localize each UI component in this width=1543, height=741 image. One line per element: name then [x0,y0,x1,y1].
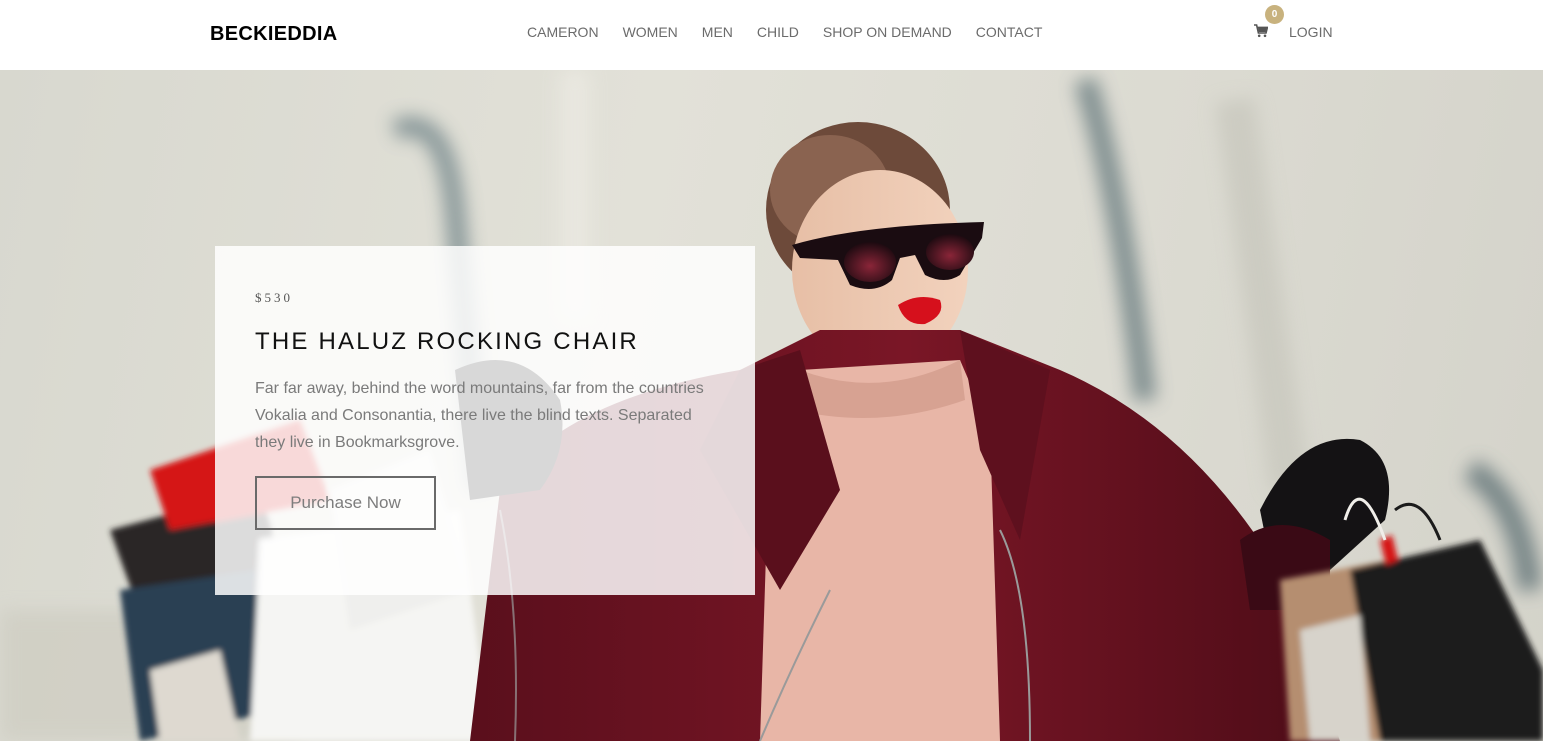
brand-logo[interactable]: BECKIEDDIA [210,23,337,46]
shopping-cart-icon[interactable] [1254,24,1270,40]
nav-item-child[interactable]: CHILD [745,24,811,40]
login-link[interactable]: LOGIN [1289,24,1333,40]
product-promo-card: $530 THE HALUZ ROCKING CHAIR Far far awa… [215,246,755,595]
cart-count-badge: 0 [1265,5,1284,24]
nav-item-contact[interactable]: CONTACT [964,24,1055,40]
top-navbar: BECKIEDDIA CAMERON WOMEN MEN CHILD SHOP … [0,0,1543,70]
main-nav: CAMERON WOMEN MEN CHILD SHOP ON DEMAND C… [515,24,1054,40]
nav-item-women[interactable]: WOMEN [611,24,690,40]
purchase-now-button[interactable]: Purchase Now [255,476,436,530]
nav-item-cameron[interactable]: CAMERON [515,24,611,40]
product-price: $530 [255,290,293,305]
product-title: THE HALUZ ROCKING CHAIR [255,328,639,355]
product-description: Far far away, behind the word mountains,… [255,380,704,451]
hero-banner: $530 THE HALUZ ROCKING CHAIR Far far awa… [0,70,1543,741]
nav-item-men[interactable]: MEN [690,24,745,40]
nav-item-shop-on-demand[interactable]: SHOP ON DEMAND [811,24,964,40]
